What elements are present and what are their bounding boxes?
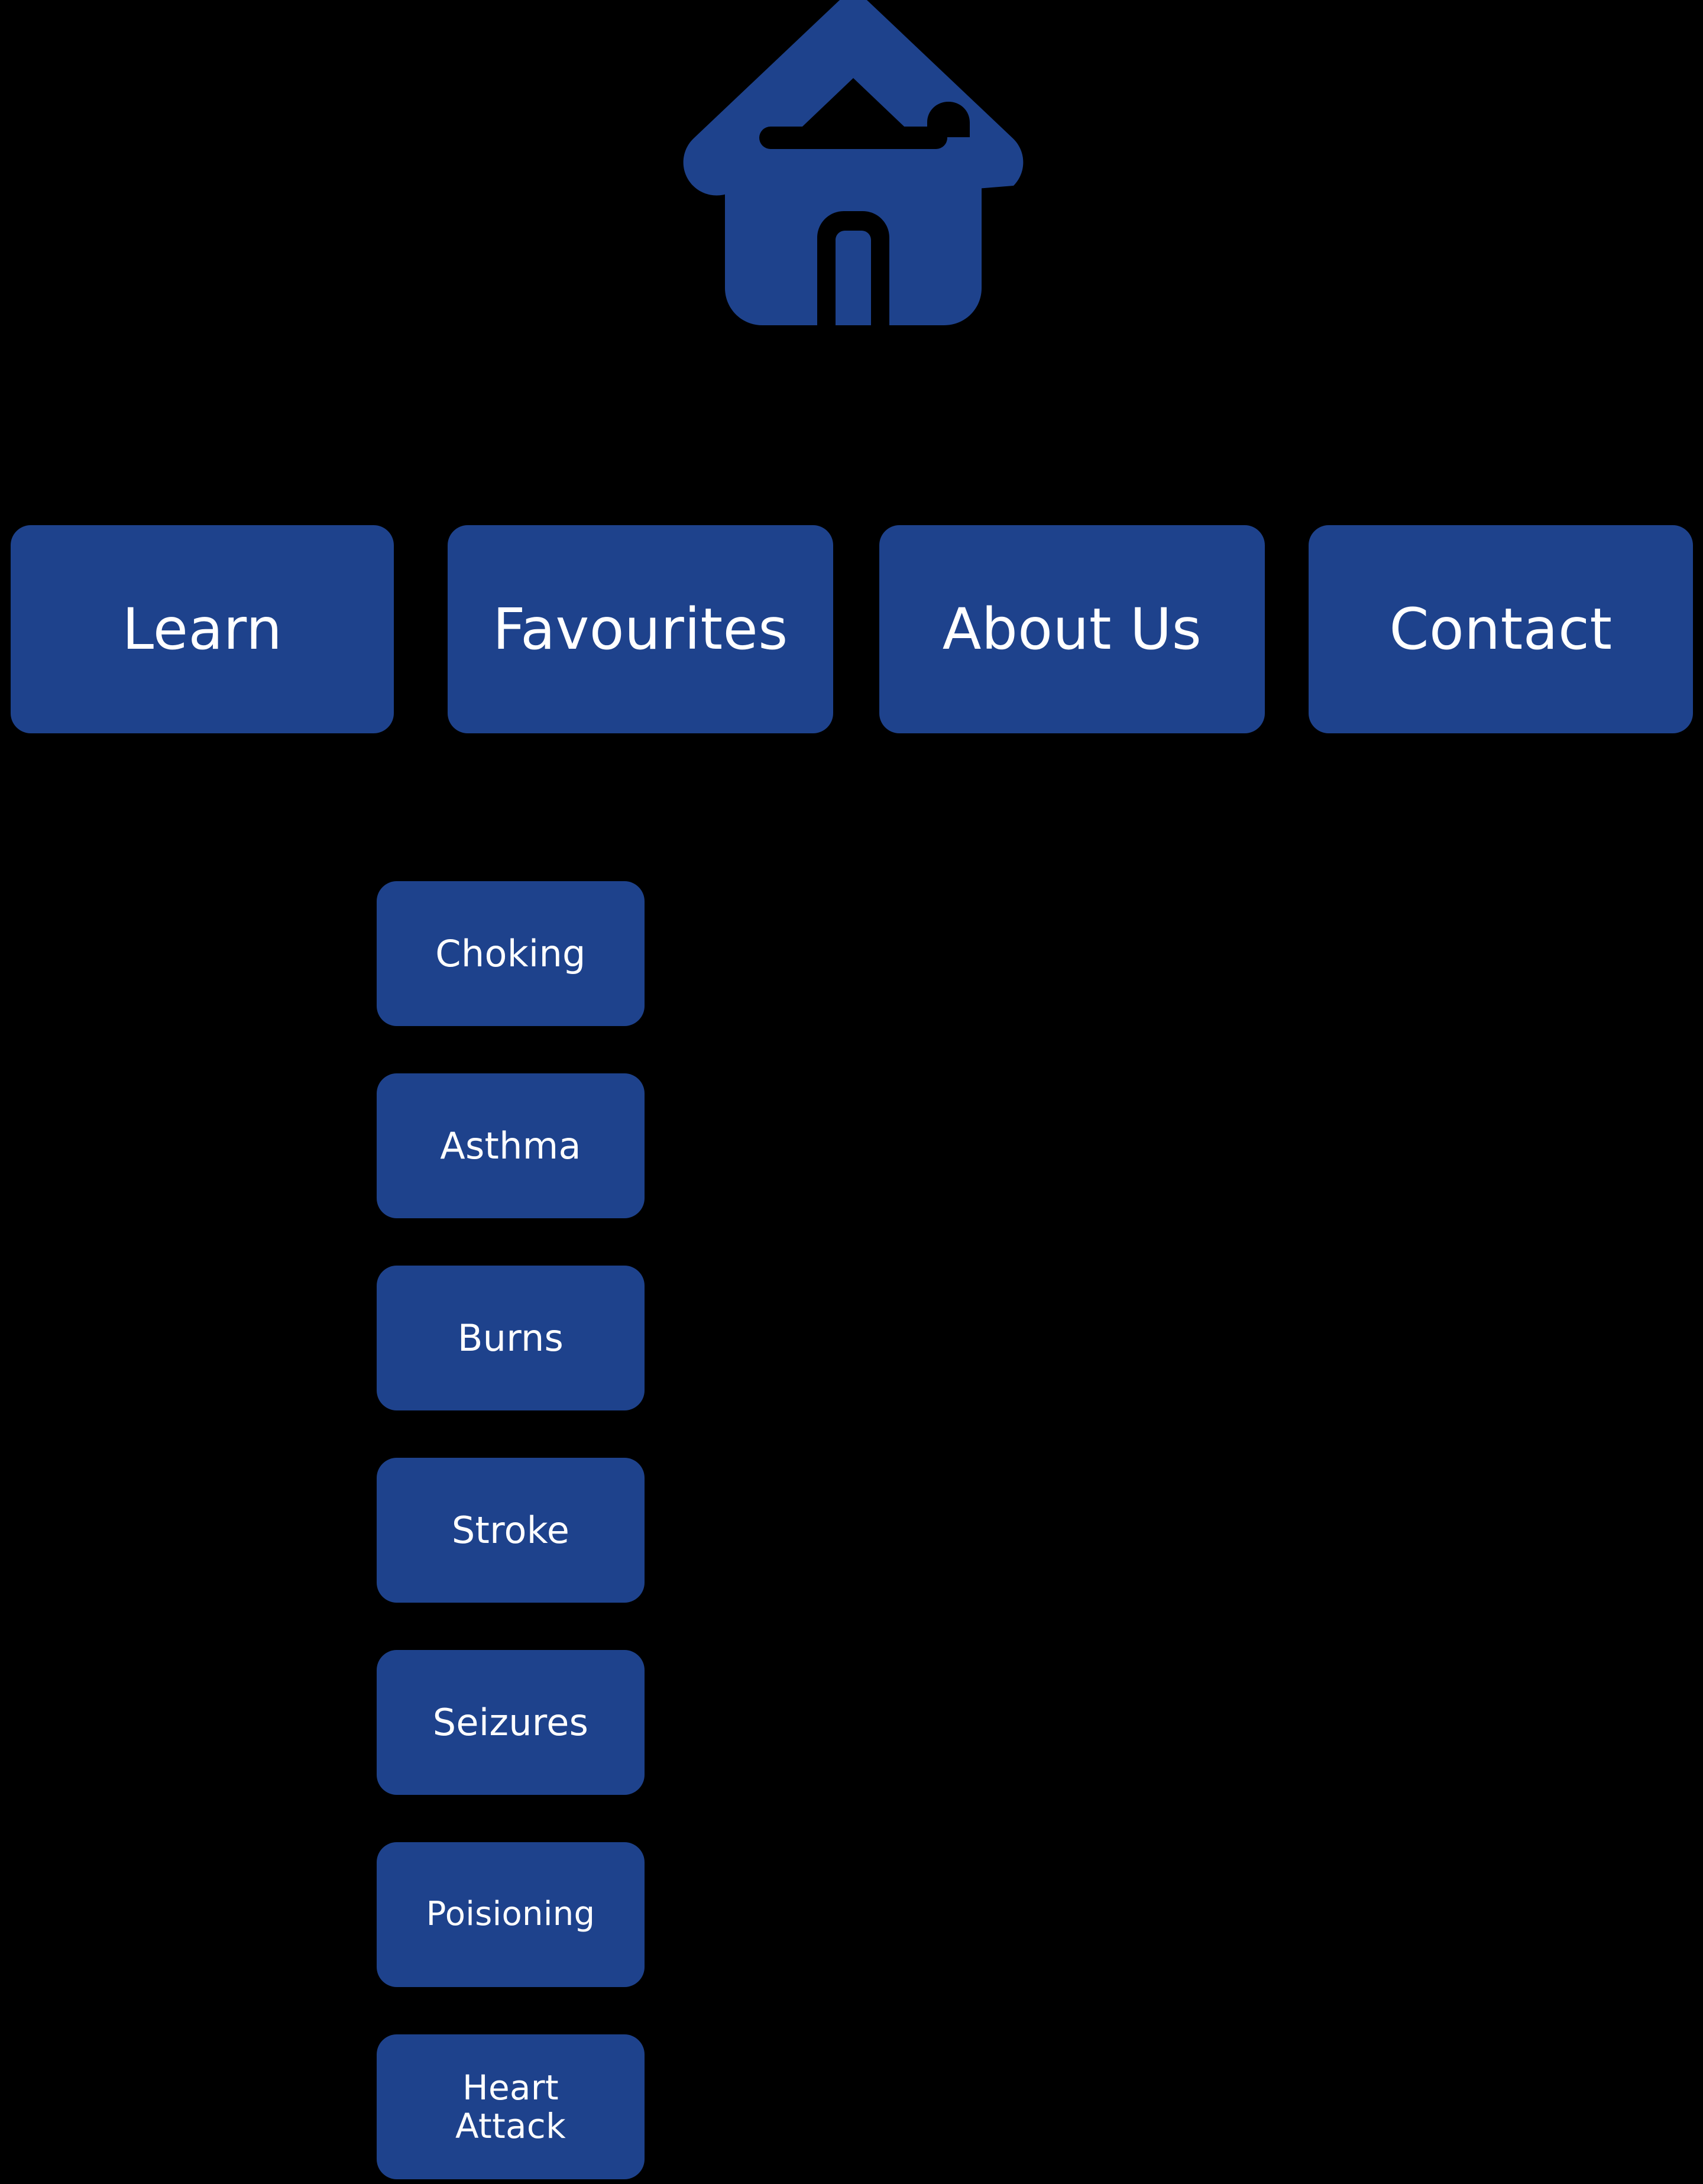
home-icon — [683, 0, 1024, 325]
submenu-item-asthma[interactable]: Asthma — [377, 1073, 645, 1218]
nav-item-label: Contact — [1389, 596, 1613, 662]
submenu-item-poisioning[interactable]: Poisioning — [377, 1842, 645, 1987]
submenu-item-label: Burns — [457, 1316, 564, 1360]
nav-item-label: Learn — [122, 596, 283, 662]
submenu-item-label: Choking — [435, 931, 586, 975]
nav-item-favourites[interactable]: Favourites — [448, 525, 833, 733]
submenu-item-stroke[interactable]: Stroke — [377, 1458, 645, 1603]
nav-item-about-us[interactable]: About Us — [879, 525, 1265, 733]
submenu-item-heart-attack[interactable]: Heart Attack — [377, 2034, 645, 2179]
submenu-item-burns[interactable]: Burns — [377, 1266, 645, 1410]
submenu-item-label: Seizures — [432, 1700, 589, 1744]
nav-item-label: About Us — [942, 596, 1202, 662]
nav-item-learn[interactable]: Learn — [11, 525, 394, 733]
submenu-item-choking[interactable]: Choking — [377, 881, 645, 1026]
home-logo[interactable] — [679, 0, 1028, 344]
primary-nav: Learn Favourites About Us Contact — [0, 525, 1703, 733]
nav-item-contact[interactable]: Contact — [1309, 525, 1693, 733]
submenu-item-seizures[interactable]: Seizures — [377, 1650, 645, 1795]
submenu-item-label: Heart Attack — [455, 2067, 566, 2146]
learn-submenu: Choking Asthma Burns Stroke Seizures Poi… — [377, 881, 645, 2179]
submenu-item-label: Asthma — [440, 1124, 581, 1167]
submenu-item-label: Stroke — [451, 1508, 570, 1552]
submenu-item-label: Poisioning — [426, 1895, 595, 1934]
nav-item-label: Favourites — [493, 596, 788, 662]
